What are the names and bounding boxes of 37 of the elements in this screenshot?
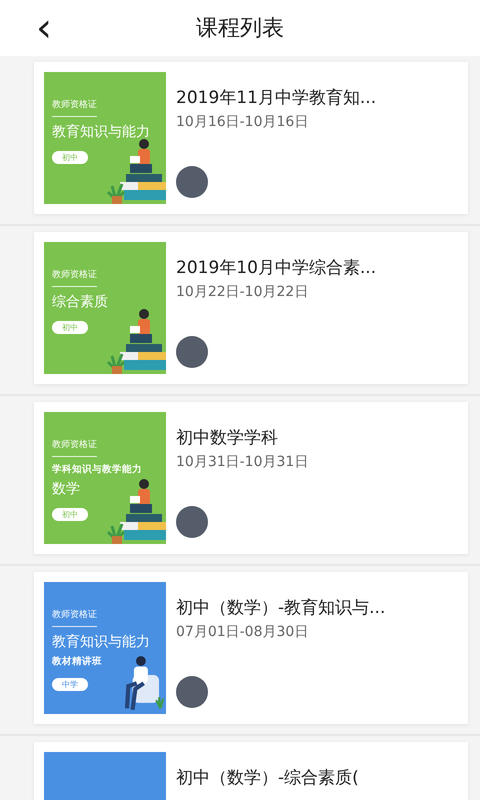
- course-dates: 10月31日-10月31日: [176, 453, 310, 471]
- teacher-avatar: [176, 676, 208, 708]
- course-dates: 10月16日-10月16日: [176, 113, 310, 131]
- course-card[interactable]: 初中（数学）-综合素质(: [34, 742, 468, 800]
- course-title: 初中（数学）-教育知识与...: [176, 597, 386, 619]
- course-card[interactable]: 教师资格证 综合素质 初中 2019年10月中学综合素... 10月22日-10月22日: [34, 232, 468, 384]
- cover-title: 教育知识与能力: [52, 123, 150, 141]
- teacher-avatar: [176, 166, 208, 198]
- course-title: 2019年10月中学综合素...: [176, 257, 378, 279]
- level-tag: 初中: [52, 508, 88, 521]
- level-tag: 初中: [52, 321, 88, 334]
- cover-header: 教师资格证: [52, 608, 97, 627]
- reading-person-drawing: [104, 136, 166, 204]
- course-dates: 07月01日-08月30日: [176, 623, 310, 641]
- cover-header: 教师资格证: [52, 98, 97, 117]
- cover-title: 学科知识与教学能力: [52, 463, 142, 476]
- course-title: 2019年11月中学教育知...: [176, 87, 378, 109]
- course-title: 初中（数学）-综合素质(: [176, 767, 360, 789]
- page-title: 课程列表: [196, 16, 284, 41]
- back-button[interactable]: ‹: [28, 8, 60, 48]
- reading-person-drawing: [104, 476, 166, 544]
- course-card[interactable]: 教师资格证 教育知识与能力 初中 2019年11月中学教育知... 10月16日-10月16日: [34, 62, 468, 214]
- teacher-avatar: [176, 336, 208, 368]
- cover-header: 教师资格证: [52, 438, 97, 457]
- cover-header: 教师资格证: [52, 268, 97, 287]
- cover-title: 数学: [52, 480, 80, 498]
- course-card[interactable]: 教师资格证 教育知识与能力 教材精讲班 中学 初中（数学）-教育知识与... 07月01日-08月30日: [34, 572, 468, 724]
- teacher-avatar: [176, 506, 208, 538]
- cover-title: 教材精讲班: [52, 655, 102, 668]
- level-tag: 中学: [52, 678, 88, 691]
- level-tag: 初中: [52, 151, 88, 164]
- reading-person-drawing: [104, 306, 166, 374]
- cover-title: 综合素质: [52, 293, 108, 311]
- course-card[interactable]: 教师资格证 学科知识与教学能力 数学 初中 初中数学学科 10月31日-10月31日: [34, 402, 468, 554]
- course-title: 初中数学学科: [176, 427, 279, 449]
- course-dates: 10月22日-10月22日: [176, 283, 310, 301]
- cover-title: 教育知识与能力: [52, 633, 150, 651]
